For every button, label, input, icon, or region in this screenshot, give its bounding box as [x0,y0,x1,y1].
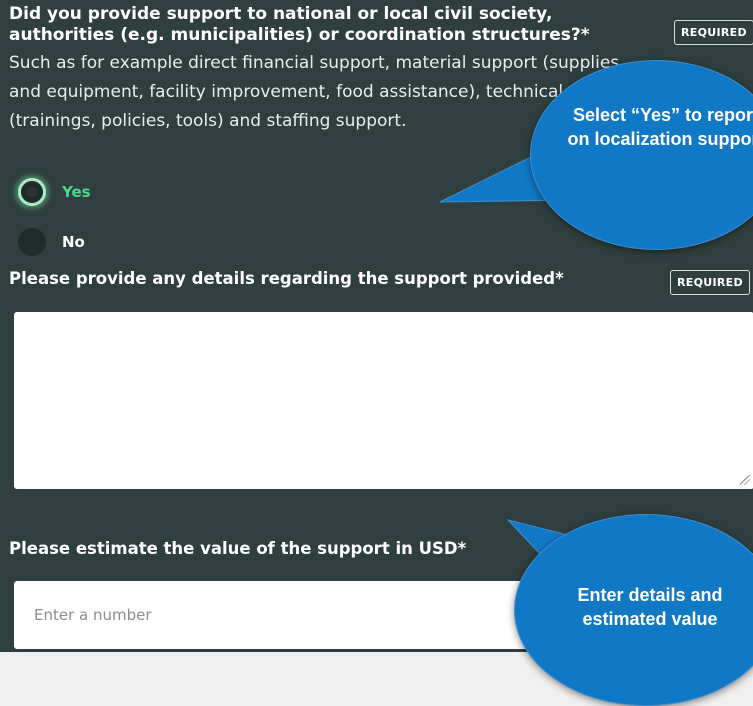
radio-option-yes[interactable]: Yes [18,178,91,206]
question-2-title: Please provide any details regarding the… [9,269,564,288]
details-textarea[interactable] [14,312,753,489]
required-badge: REQUIRED [670,270,750,295]
resize-handle-icon[interactable] [740,475,750,485]
radio-label-yes: Yes [62,183,91,201]
callout-text: Enter details and estimated value [577,585,723,629]
callout-bubble-enter-details: Enter details and estimated value [514,514,753,706]
callout-text: Select “Yes” to report on localization s… [567,105,753,149]
radio-button-unselected-icon[interactable] [18,228,46,256]
required-badge: REQUIRED [674,20,753,45]
radio-button-selected-icon[interactable] [18,178,46,206]
radio-option-no[interactable]: No [18,228,85,256]
question-1-title: Did you provide support to national or l… [9,4,590,45]
radio-label-no: No [62,233,85,251]
